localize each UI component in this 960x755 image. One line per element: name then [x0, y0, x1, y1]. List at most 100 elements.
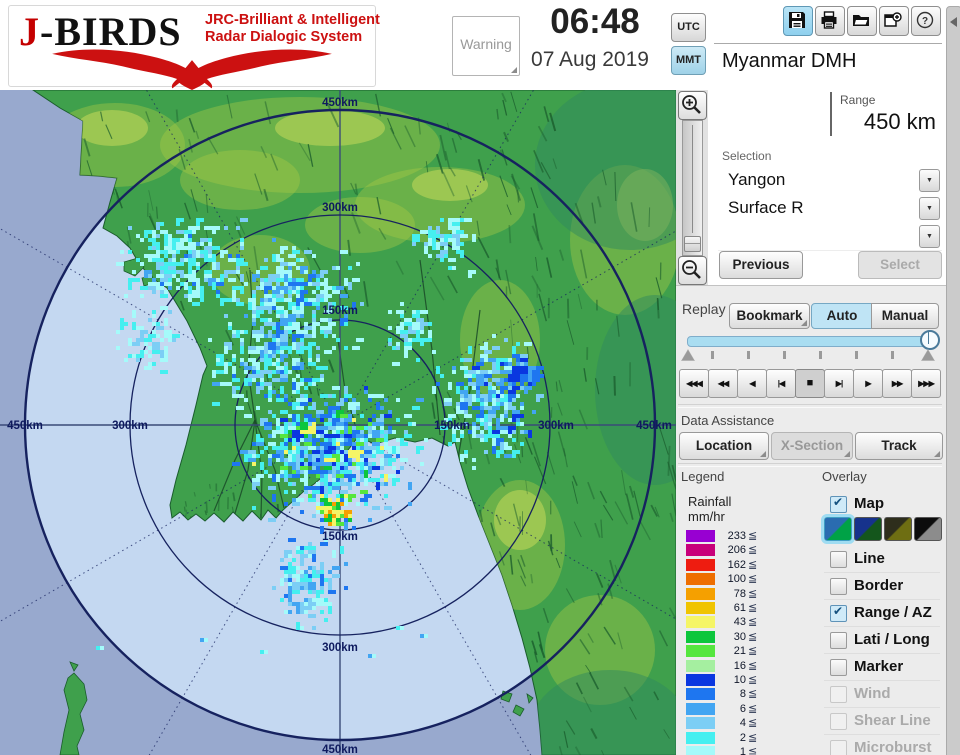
- replay-slider-thumb[interactable]: [920, 330, 940, 350]
- playback-button-0[interactable]: ◀◀◀: [679, 369, 709, 398]
- utc-button[interactable]: UTC: [671, 13, 706, 42]
- leq-symbol: ≦: [748, 601, 757, 614]
- legend-value: 78: [710, 588, 746, 600]
- checkbox[interactable]: [830, 659, 847, 676]
- bookmark-button[interactable]: Bookmark: [729, 303, 810, 329]
- checkbox[interactable]: [830, 632, 847, 649]
- playback-button-7[interactable]: ▶▶: [882, 369, 912, 398]
- overlay-row-map[interactable]: Map: [824, 491, 940, 518]
- checkbox-label: Lati / Long: [854, 631, 930, 648]
- checkbox-label: Range / AZ: [854, 604, 932, 621]
- dropdown-arrow-icon[interactable]: ▼: [919, 169, 940, 192]
- capture-window-button[interactable]: [879, 6, 909, 36]
- manual-button[interactable]: Manual: [871, 303, 939, 329]
- checkbox: [830, 686, 847, 703]
- overlay-row-wind[interactable]: Wind: [824, 681, 940, 708]
- replay-start-marker[interactable]: [681, 349, 695, 361]
- playback-button-3[interactable]: |◀: [766, 369, 796, 398]
- dropdown-arrow-icon[interactable]: ▼: [919, 225, 940, 248]
- map-style-swatch-0[interactable]: [824, 517, 852, 541]
- replay-end-marker[interactable]: [921, 349, 935, 361]
- overlay-row-line[interactable]: Line: [824, 546, 940, 573]
- panel-collapse-strip[interactable]: [946, 6, 960, 755]
- svg-text:300km: 300km: [322, 202, 358, 214]
- track-button[interactable]: Track: [855, 432, 943, 460]
- overlay-row-microburst[interactable]: Microburst: [824, 735, 940, 755]
- svg-text:450km: 450km: [322, 744, 358, 755]
- legend-unit: Rainfall mm/hr: [688, 494, 731, 524]
- checkbox[interactable]: [830, 551, 847, 568]
- save-button[interactable]: [783, 6, 813, 36]
- xsection-button[interactable]: X-Section: [771, 432, 853, 460]
- window-plus-icon: [884, 11, 902, 29]
- previous-button[interactable]: Previous: [719, 251, 803, 279]
- leq-symbol: ≦: [748, 543, 757, 556]
- help-button[interactable]: ?: [911, 6, 941, 36]
- selection-combo-product[interactable]: Surface R ▼: [718, 194, 942, 223]
- playback-button-8[interactable]: ▶▶▶: [911, 369, 941, 398]
- open-folder-button[interactable]: [847, 6, 877, 36]
- overlay-row-marker[interactable]: Marker: [824, 654, 940, 681]
- playback-button-4[interactable]: ■: [795, 369, 825, 398]
- legend-value: 233: [710, 530, 746, 542]
- overlay-row-border[interactable]: Border: [824, 573, 940, 600]
- folder-icon: [852, 11, 870, 29]
- overlay-row-range-az[interactable]: Range / AZ: [824, 600, 940, 627]
- leq-symbol: ≦: [748, 615, 757, 628]
- legend-value: 6: [710, 703, 746, 715]
- svg-text:450km: 450km: [636, 420, 672, 432]
- playback-button-1[interactable]: ◀◀: [708, 369, 738, 398]
- selection-combo-extra[interactable]: ▼: [718, 222, 942, 251]
- checkbox[interactable]: [830, 605, 847, 622]
- playback-button-2[interactable]: ◀: [737, 369, 767, 398]
- svg-text:150km: 150km: [434, 420, 470, 432]
- svg-text:300km: 300km: [322, 642, 358, 654]
- replay-tick: [711, 351, 714, 359]
- map-style-swatch-2[interactable]: [884, 517, 912, 541]
- zoom-slider-thumb[interactable]: [684, 236, 701, 252]
- selection-combo-site[interactable]: Yangon ▼: [718, 166, 942, 195]
- legend-value: 1: [710, 746, 746, 755]
- svg-text:150km: 150km: [322, 531, 358, 543]
- print-button[interactable]: [815, 6, 845, 36]
- leq-symbol: ≦: [748, 630, 757, 643]
- legend-value: 10: [710, 674, 746, 686]
- zoom-out-button[interactable]: [678, 256, 707, 285]
- checkbox[interactable]: [830, 578, 847, 595]
- location-button[interactable]: Location: [679, 432, 769, 460]
- playback-button-6[interactable]: ▶: [853, 369, 883, 398]
- checkbox-label: Wind: [854, 685, 891, 702]
- replay-slider-track[interactable]: [687, 336, 932, 347]
- overlay-row-lati-long[interactable]: Lati / Long: [824, 627, 940, 654]
- replay-label: Replay: [682, 301, 726, 317]
- zoom-slider-track[interactable]: [682, 120, 703, 256]
- replay-tick: [855, 351, 858, 359]
- radar-map[interactable]: 450km300km150km150km300km450km450km300km…: [0, 90, 676, 755]
- bookmark-menu-triangle: [801, 320, 807, 326]
- svg-text:450km: 450km: [322, 97, 358, 109]
- zoom-in-button[interactable]: [678, 91, 707, 120]
- jbirds-logo: J-BIRDS JRC-Brilliant & Intelligent Rada…: [8, 5, 376, 87]
- track-menu-triangle: [934, 451, 940, 457]
- map-style-swatch-3[interactable]: [914, 517, 942, 541]
- clock-date: 07 Aug 2019: [510, 48, 670, 72]
- auto-button[interactable]: Auto: [811, 303, 873, 329]
- mmt-button[interactable]: MMT: [671, 46, 706, 75]
- legend-title: Legend: [681, 469, 724, 484]
- overlay-row-shear-line[interactable]: Shear Line: [824, 708, 940, 735]
- section-divider: [678, 404, 942, 408]
- dropdown-arrow-icon[interactable]: ▼: [919, 197, 940, 220]
- map-style-swatch-1[interactable]: [854, 517, 882, 541]
- legend-value: 30: [710, 631, 746, 643]
- svg-text:?: ?: [922, 16, 928, 27]
- checkbox-label: Shear Line: [854, 712, 931, 729]
- replay-tick: [783, 351, 786, 359]
- map-checkbox[interactable]: [830, 496, 847, 513]
- leq-symbol: ≦: [748, 644, 757, 657]
- select-button[interactable]: Select: [858, 251, 942, 279]
- checkbox-label: Line: [854, 550, 885, 567]
- playback-button-5[interactable]: ▶|: [824, 369, 854, 398]
- legend-value: 2: [710, 732, 746, 744]
- logo-subtitle: JRC-Brilliant & Intelligent Radar Dialog…: [205, 12, 380, 46]
- leq-symbol: ≦: [748, 587, 757, 600]
